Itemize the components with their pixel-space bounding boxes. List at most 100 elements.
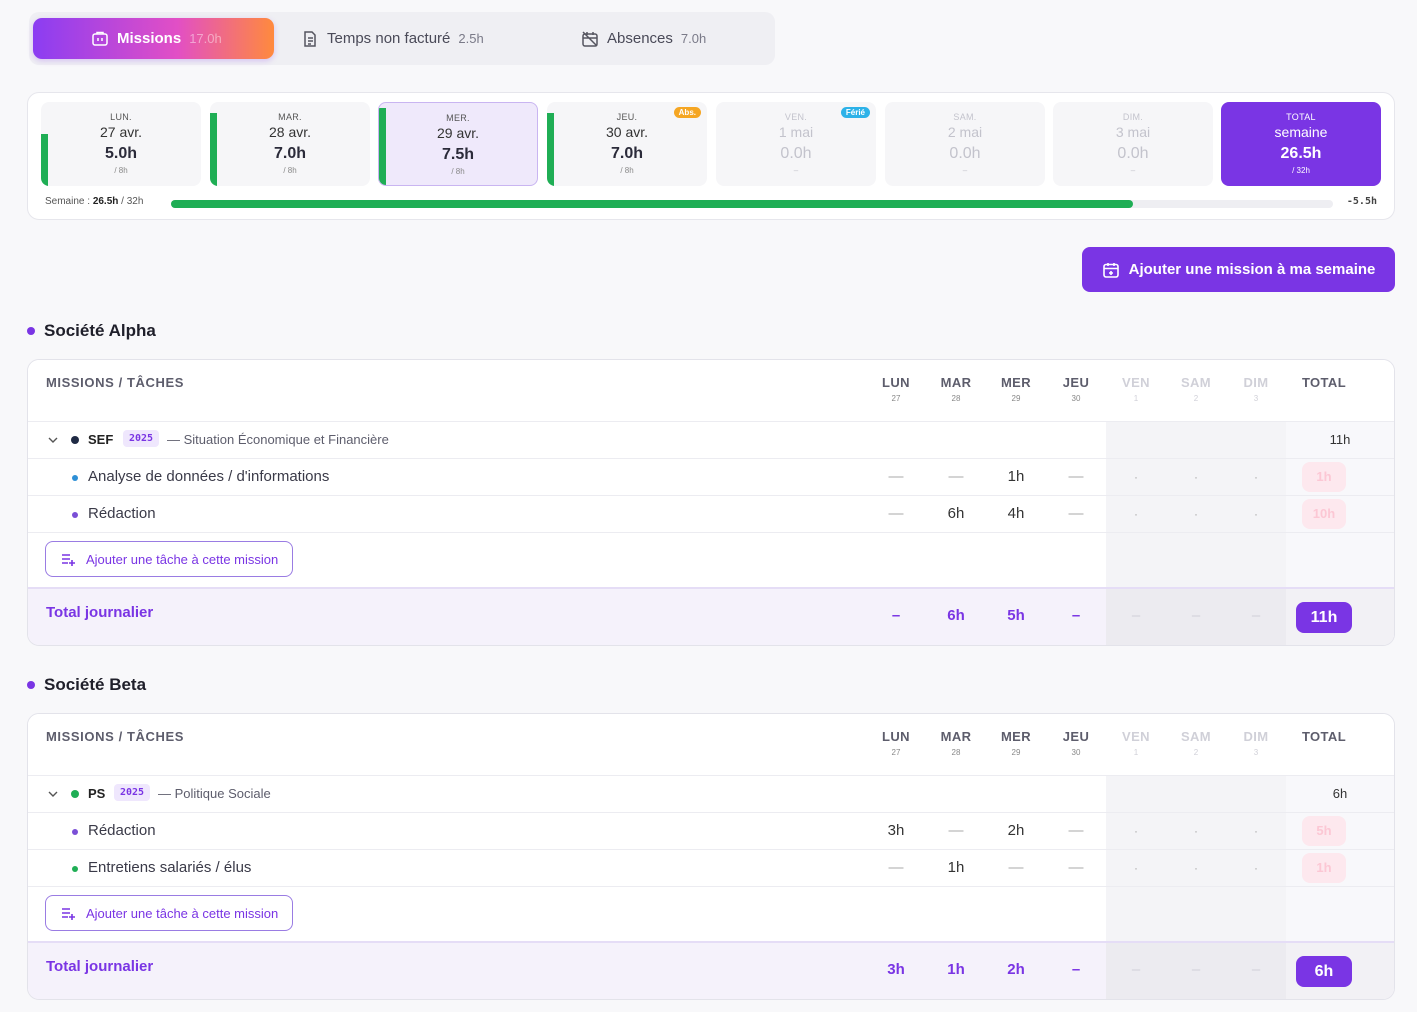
mission-row[interactable]: PS 2025 — Politique Sociale 6h bbox=[28, 776, 1394, 813]
day-column-num: 3 bbox=[1253, 748, 1259, 757]
task-hours-cell[interactable]: · bbox=[1226, 507, 1286, 521]
day-date: 28 avr. bbox=[268, 124, 312, 140]
task-hours-cell[interactable]: — bbox=[986, 859, 1046, 876]
day-target: / 8h bbox=[620, 166, 634, 175]
task-hours-cell[interactable]: — bbox=[866, 468, 926, 485]
day-date: 27 avr. bbox=[99, 124, 143, 140]
day-date: 1 mai bbox=[778, 124, 814, 140]
task-hours-cell[interactable]: · bbox=[1106, 507, 1166, 521]
view-tabs: Missions 17.0h Temps non facturé 2.5h Ab… bbox=[29, 12, 775, 65]
add-task-button[interactable]: Ajouter une tâche à cette mission bbox=[45, 541, 294, 577]
task-hours-cell[interactable]: · bbox=[1166, 824, 1226, 838]
day-column-num: 3 bbox=[1253, 394, 1259, 403]
missions-tasks-header: MISSIONS / TÂCHES bbox=[46, 375, 185, 390]
tab-absences[interactable]: Absences 7.0h bbox=[581, 18, 706, 59]
day-hours: 7.5h bbox=[441, 146, 474, 163]
day-card-friday[interactable]: Férié VEN. 1 mai 0.0h – bbox=[716, 102, 876, 186]
task-hours-cell[interactable]: — bbox=[866, 859, 926, 876]
task-hours-cell[interactable]: — bbox=[1046, 468, 1106, 485]
task-hours-cell[interactable]: — bbox=[926, 822, 986, 839]
day-column-num: 29 bbox=[1011, 394, 1021, 403]
task-hours-cell[interactable]: 6h bbox=[926, 505, 986, 522]
day-column-header: VEN 1 bbox=[1106, 714, 1166, 757]
day-hours: 7.0h bbox=[610, 145, 643, 162]
day-card-saturday[interactable]: SAM. 2 mai 0.0h – bbox=[885, 102, 1045, 186]
tab-unbilled[interactable]: Temps non facturé 2.5h bbox=[301, 18, 484, 59]
task-hours-cell[interactable]: 4h bbox=[986, 505, 1046, 522]
task-total-badge: 1h bbox=[1302, 853, 1346, 883]
mission-row[interactable]: SEF 2025 — Situation Économique et Financi… bbox=[28, 422, 1394, 459]
day-column-header: LUN 27 bbox=[866, 714, 926, 757]
tab-unbilled-label: Temps non facturé bbox=[327, 30, 451, 47]
day-card-tuesday[interactable]: MAR. 28 avr. 7.0h / 8h bbox=[210, 102, 370, 186]
day-progress-bar bbox=[379, 108, 386, 185]
task-hours-cell[interactable]: 1h bbox=[986, 468, 1046, 485]
total-column-header: TOTAL bbox=[1296, 360, 1352, 390]
day-column-num: 2 bbox=[1193, 748, 1199, 757]
day-column-header: SAM 2 bbox=[1166, 714, 1226, 757]
task-name: Analyse de données / d'informations bbox=[88, 468, 330, 485]
holiday-badge: Férié bbox=[840, 107, 870, 118]
task-total-badge: 1h bbox=[1302, 462, 1346, 492]
mission-name: — Situation Économique et Financière bbox=[167, 432, 389, 447]
task-hours-cell[interactable]: — bbox=[1046, 505, 1106, 522]
daily-total-cell: – bbox=[1251, 607, 1261, 624]
task-hours-cell[interactable]: · bbox=[1106, 470, 1166, 484]
day-column-header: MER 29 bbox=[986, 360, 1046, 403]
table-header: MISSIONS / TÂCHES LUN 27 MAR 28 MER 29 JEU 30 VEN… bbox=[28, 714, 1394, 776]
task-color-dot bbox=[72, 475, 78, 481]
add-task-button[interactable]: Ajouter une tâche à cette mission bbox=[45, 895, 294, 931]
mission-total: 11h bbox=[1329, 432, 1351, 447]
day-column-num: 28 bbox=[951, 394, 961, 403]
day-progress-bar bbox=[210, 112, 217, 186]
task-hours-cell[interactable]: · bbox=[1106, 824, 1166, 838]
task-hours-cell[interactable]: — bbox=[1046, 859, 1106, 876]
task-hours-cell[interactable]: · bbox=[1166, 470, 1226, 484]
task-hours-cell[interactable]: 3h bbox=[866, 822, 926, 839]
mission-name: — Politique Sociale bbox=[158, 786, 271, 801]
day-column-header: MAR 28 bbox=[926, 360, 986, 403]
day-column-name: LUN bbox=[882, 729, 910, 744]
task-hours-cell[interactable]: — bbox=[926, 468, 986, 485]
task-hours-cell[interactable]: · bbox=[1226, 861, 1286, 875]
day-column-num: 27 bbox=[891, 748, 901, 757]
day-hours: 0.0h bbox=[780, 145, 812, 162]
add-mission-button[interactable]: Ajouter une mission à ma semaine bbox=[1082, 247, 1395, 292]
day-column-num: 29 bbox=[1011, 748, 1021, 757]
task-hours-cell[interactable]: — bbox=[866, 505, 926, 522]
daily-total-row: Total journalier – 6h 5h – – – – 11h bbox=[28, 587, 1394, 645]
task-hours-cell[interactable]: · bbox=[1166, 861, 1226, 875]
task-hours-cell[interactable]: — bbox=[1046, 822, 1106, 839]
task-name: Rédaction bbox=[88, 822, 156, 839]
tab-missions[interactable]: Missions 17.0h bbox=[33, 18, 274, 59]
task-hours-cell[interactable]: · bbox=[1106, 861, 1166, 875]
chevron-down-icon[interactable] bbox=[48, 435, 58, 445]
day-card-wednesday[interactable]: MER. 29 avr. 7.5h / 8h bbox=[378, 102, 538, 186]
daily-total-cell: 3h bbox=[887, 961, 905, 978]
task-hours-cell[interactable]: 1h bbox=[926, 859, 986, 876]
day-card-sunday[interactable]: DIM. 3 mai 0.0h – bbox=[1053, 102, 1213, 186]
task-name: Rédaction bbox=[88, 505, 156, 522]
tab-absences-hours: 7.0h bbox=[680, 31, 707, 46]
day-column-name: DIM bbox=[1243, 375, 1269, 390]
chevron-down-icon[interactable] bbox=[48, 789, 58, 799]
day-column-header: JEU 30 bbox=[1046, 360, 1106, 403]
briefcase-icon bbox=[92, 31, 108, 46]
task-hours-cell[interactable]: · bbox=[1226, 824, 1286, 838]
week-summary-hours: 26.5h bbox=[92, 196, 119, 207]
day-column-header: MAR 28 bbox=[926, 714, 986, 757]
task-hours-cell[interactable]: 2h bbox=[986, 822, 1046, 839]
day-column-name: VEN bbox=[1122, 375, 1150, 390]
day-target: – bbox=[793, 166, 799, 175]
day-column-header: LUN 27 bbox=[866, 360, 926, 403]
mission-code: PS bbox=[88, 786, 106, 801]
daily-total-cell: – bbox=[1071, 607, 1081, 624]
task-hours-cell[interactable]: · bbox=[1226, 470, 1286, 484]
grand-total-badge: 6h bbox=[1296, 956, 1352, 987]
grand-total-badge: 11h bbox=[1296, 602, 1352, 633]
task-hours-cell[interactable]: · bbox=[1166, 507, 1226, 521]
day-target: / 8h bbox=[283, 166, 297, 175]
task-total-badge: 5h bbox=[1302, 816, 1346, 846]
day-card-monday[interactable]: LUN. 27 avr. 5.0h / 8h bbox=[41, 102, 201, 186]
day-card-thursday[interactable]: Abs. JEU. 30 avr. 7.0h / 8h bbox=[547, 102, 707, 186]
